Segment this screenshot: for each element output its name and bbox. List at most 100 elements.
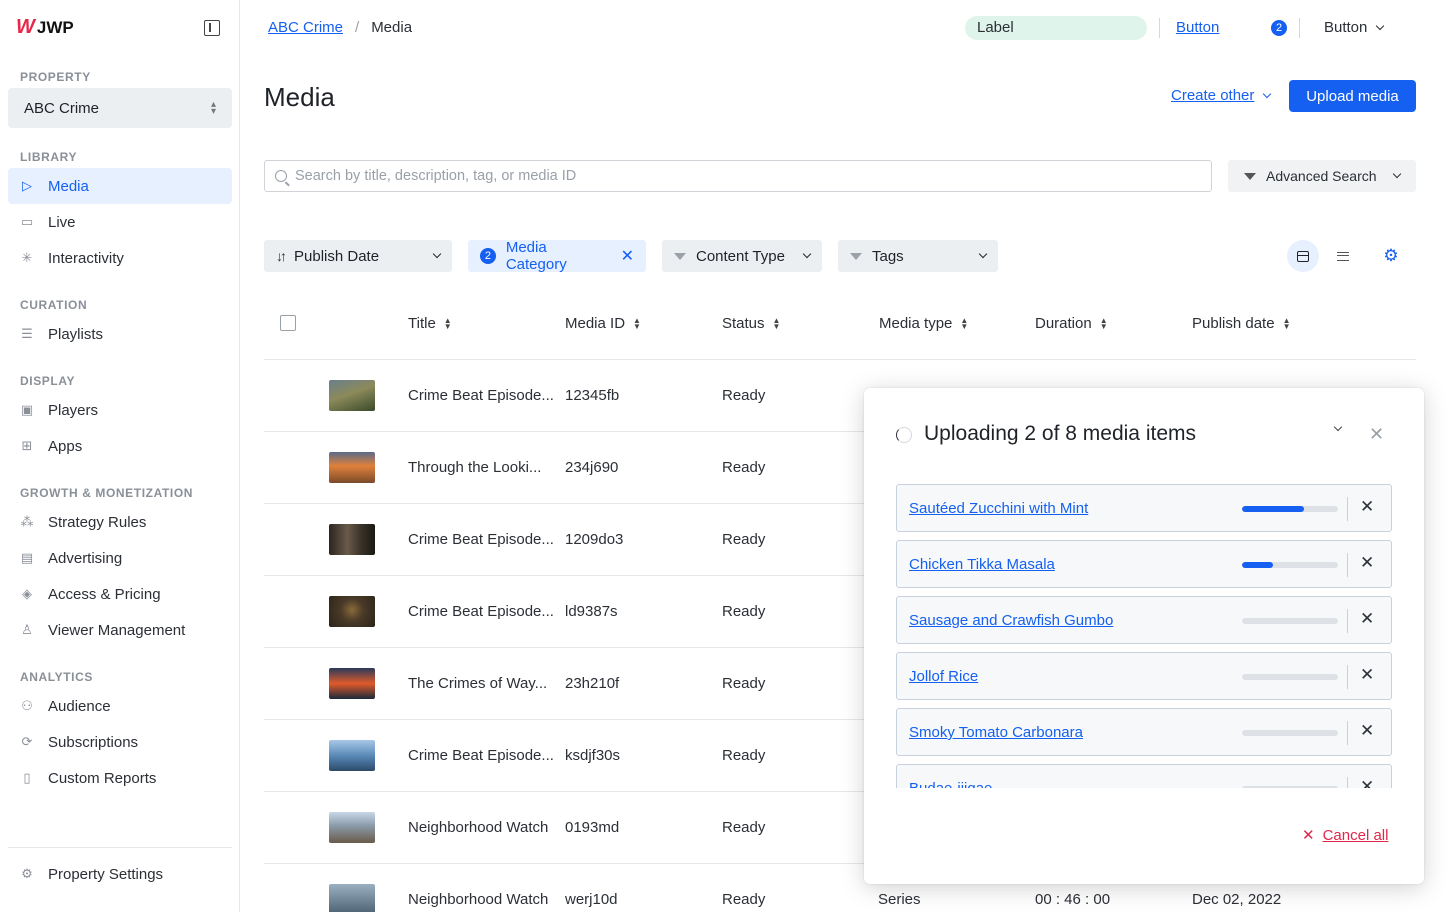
select-all-checkbox[interactable] bbox=[280, 315, 296, 331]
upload-items-list[interactable]: Sautéed Zucchini with Mint ✕ Chicken Tik… bbox=[896, 484, 1392, 788]
tags-filter[interactable]: Tags bbox=[838, 240, 998, 272]
chevron-down-icon[interactable] bbox=[1333, 422, 1343, 432]
cancel-upload-close-icon[interactable]: ✕ bbox=[1360, 553, 1374, 573]
column-header-media-id[interactable]: Media ID ▲ ▼ bbox=[565, 315, 641, 332]
apps-grid-icon: ⊞ bbox=[21, 438, 33, 453]
advanced-search-label: Advanced Search bbox=[1266, 168, 1377, 184]
cell-status: Ready bbox=[722, 675, 766, 692]
sort-publish-date-dropdown[interactable]: ↓↑ Publish Date bbox=[264, 240, 452, 272]
card-view-button[interactable] bbox=[1287, 240, 1319, 272]
jwp-logo[interactable]: W JWP bbox=[16, 16, 74, 39]
advanced-search-button[interactable]: Advanced Search bbox=[1228, 160, 1416, 192]
media-category-filter[interactable]: 2 Media Category ✕ bbox=[468, 239, 646, 273]
table-settings-button[interactable]: ⚙ bbox=[1375, 240, 1407, 272]
upload-media-button[interactable]: Upload media bbox=[1289, 80, 1416, 112]
column-header-title[interactable]: Title ▲ ▼ bbox=[408, 315, 452, 332]
sidebar-item-playlists[interactable]: ☰ Playlists bbox=[8, 316, 232, 352]
sidebar-item-viewer-management[interactable]: ♙ Viewer Management bbox=[8, 612, 232, 648]
playlist-icon: ☰ bbox=[21, 326, 33, 341]
column-header-publish-date[interactable]: Publish date ▲ ▼ bbox=[1192, 315, 1290, 332]
upload-item-name[interactable]: Jollof Rice bbox=[909, 668, 978, 685]
breadcrumb: ABC Crime / Media bbox=[268, 19, 412, 36]
column-header-label: Publish date bbox=[1192, 315, 1275, 332]
cell-title[interactable]: Crime Beat Episode... bbox=[408, 531, 554, 548]
column-header-duration[interactable]: Duration ▲ ▼ bbox=[1035, 315, 1108, 332]
sidebar-item-label: Subscriptions bbox=[48, 733, 139, 751]
media-category-label: Media Category bbox=[505, 239, 567, 273]
cancel-upload-close-icon[interactable]: ✕ bbox=[1360, 777, 1374, 788]
sidebar-collapse-icon[interactable] bbox=[204, 20, 220, 36]
cell-title[interactable]: Neighborhood Watch bbox=[408, 891, 548, 908]
close-icon[interactable]: ✕ bbox=[1369, 424, 1384, 445]
chevron-down-icon bbox=[978, 249, 988, 259]
cell-title[interactable]: Through the Looki... bbox=[408, 459, 541, 476]
tags-label: Tags bbox=[872, 247, 904, 265]
upload-progress-bar bbox=[1242, 786, 1338, 788]
cancel-upload-close-icon[interactable]: ✕ bbox=[1360, 665, 1374, 685]
upload-item-name[interactable]: Sausage and Crawfish Gumbo bbox=[909, 612, 1113, 629]
cell-title[interactable]: Crime Beat Episode... bbox=[408, 387, 554, 404]
sidebar-item-custom-reports[interactable]: ▯ Custom Reports bbox=[8, 760, 232, 796]
sidebar-item-label: Advertising bbox=[48, 549, 123, 567]
sidebar-item-advertising[interactable]: ▤ Advertising bbox=[8, 540, 232, 576]
upload-item: Sautéed Zucchini with Mint ✕ bbox=[896, 484, 1392, 532]
cell-media-type: Series bbox=[878, 891, 921, 908]
create-other-label: Create other bbox=[1171, 87, 1255, 104]
cell-title[interactable]: Crime Beat Episode... bbox=[408, 747, 554, 764]
sidebar-item-subscriptions[interactable]: ⟳ Subscriptions bbox=[8, 724, 232, 760]
upload-item-name[interactable]: Smoky Tomato Carbonara bbox=[909, 724, 1083, 741]
column-header-media-type[interactable]: Media type ▲ ▼ bbox=[879, 315, 968, 332]
upload-item-name[interactable]: Sautéed Zucchini with Mint bbox=[909, 500, 1088, 517]
list-view-icon bbox=[1337, 251, 1349, 261]
list-view-button[interactable] bbox=[1327, 240, 1359, 272]
cell-media-id: 234j690 bbox=[565, 459, 619, 476]
column-header-status[interactable]: Status ▲ ▼ bbox=[722, 315, 780, 332]
sidebar-item-live[interactable]: ▭ Live bbox=[8, 204, 232, 240]
create-other-dropdown[interactable]: Create other bbox=[1171, 87, 1272, 104]
cell-title[interactable]: Neighborhood Watch bbox=[408, 819, 548, 836]
sidebar-item-access-pricing[interactable]: ◈ Access & Pricing bbox=[8, 576, 232, 612]
sidebar-item-interactivity[interactable]: ✳ Interactivity bbox=[8, 240, 232, 276]
sidebar-item-strategy-rules[interactable]: ⁂ Strategy Rules bbox=[8, 504, 232, 540]
upload-item: Sausage and Crawfish Gumbo ✕ bbox=[896, 596, 1392, 644]
sidebar-item-apps[interactable]: ⊞ Apps bbox=[8, 428, 232, 464]
media-thumbnail bbox=[329, 596, 375, 627]
upload-progress-bar bbox=[1242, 506, 1338, 512]
sidebar-item-audience[interactable]: ⚇ Audience bbox=[8, 688, 232, 724]
section-title-library: LIBRARY bbox=[20, 150, 78, 164]
cancel-all-button[interactable]: ✕ Cancel all bbox=[1302, 826, 1388, 845]
top-dropdown-button[interactable]: Button bbox=[1324, 19, 1385, 36]
property-select[interactable]: ABC Crime ▴ ▾ bbox=[8, 88, 232, 128]
top-label-pill: Label bbox=[965, 16, 1147, 40]
sidebar-item-label: Access & Pricing bbox=[48, 585, 161, 603]
cancel-upload-close-icon[interactable]: ✕ bbox=[1360, 497, 1374, 517]
upload-item-name[interactable]: Budae-jjigae bbox=[909, 780, 992, 788]
upload-item: Smoky Tomato Carbonara ✕ bbox=[896, 708, 1392, 756]
content-type-filter[interactable]: Content Type bbox=[662, 240, 822, 272]
notification-badge[interactable]: 2 bbox=[1271, 20, 1287, 36]
cell-title[interactable]: Crime Beat Episode... bbox=[408, 603, 554, 620]
breadcrumb-link-abc-crime[interactable]: ABC Crime bbox=[268, 19, 343, 36]
audience-icon: ⚇ bbox=[21, 698, 33, 713]
chevron-down-icon bbox=[1376, 21, 1385, 30]
sidebar-item-media[interactable]: ▷ Media bbox=[8, 168, 232, 204]
upload-progress-panel: Uploading 2 of 8 media items ✕ Sautéed Z… bbox=[864, 388, 1424, 884]
play-icon: ▷ bbox=[22, 178, 32, 193]
topbar-separator bbox=[1299, 18, 1300, 38]
cancel-upload-close-icon[interactable]: ✕ bbox=[1360, 609, 1374, 629]
sort-label: Publish Date bbox=[294, 247, 380, 265]
sort-arrows-icon: ▲ ▼ bbox=[1099, 315, 1108, 331]
search-box[interactable] bbox=[264, 160, 1212, 192]
clear-filter-close-icon[interactable]: ✕ bbox=[621, 246, 634, 266]
upload-item-name[interactable]: Chicken Tikka Masala bbox=[909, 556, 1055, 573]
section-title-growth: GROWTH & MONETIZATION bbox=[20, 486, 194, 500]
cell-title[interactable]: The Crimes of Way... bbox=[408, 675, 547, 692]
item-separator bbox=[1347, 777, 1348, 788]
media-thumbnail bbox=[329, 740, 375, 771]
cancel-upload-close-icon[interactable]: ✕ bbox=[1360, 721, 1374, 741]
sidebar-item-players[interactable]: ▣ Players bbox=[8, 392, 232, 428]
search-input[interactable] bbox=[295, 168, 1175, 184]
top-button-link[interactable]: Button bbox=[1176, 19, 1219, 36]
media-thumbnail bbox=[329, 452, 375, 483]
sidebar-item-property-settings[interactable]: ⚙ Property Settings bbox=[8, 856, 232, 892]
